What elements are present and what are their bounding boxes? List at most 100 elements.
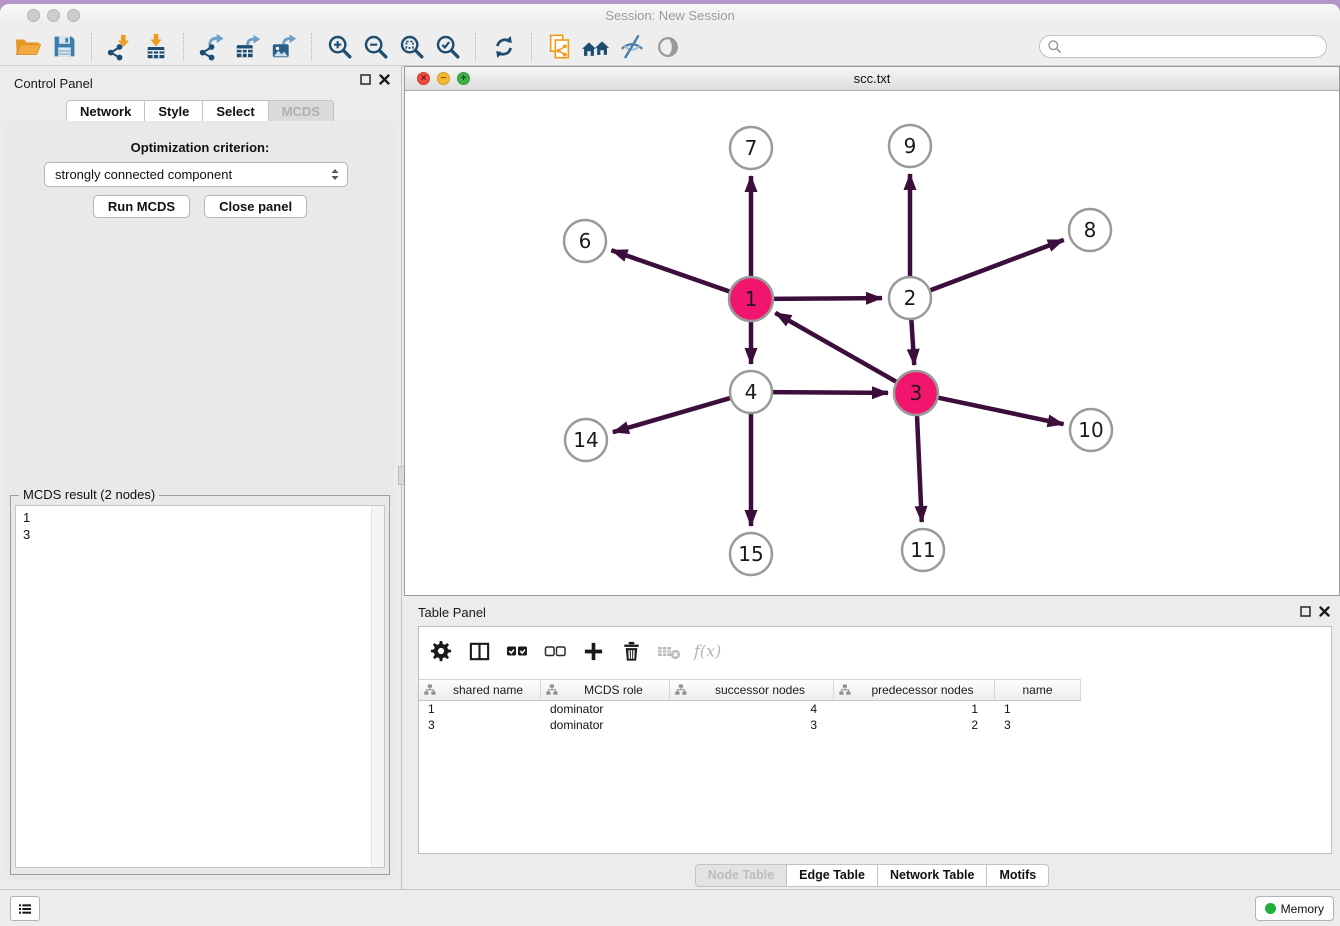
graph-edge-4-3[interactable] [770, 392, 888, 393]
zoom-selected-button[interactable] [430, 31, 466, 63]
zoom-fit-button[interactable] [394, 31, 430, 63]
svg-text:7: 7 [745, 136, 758, 160]
save-session-button[interactable] [46, 31, 82, 63]
graph-edge-2-8[interactable] [928, 240, 1064, 291]
graph-node-3[interactable]: 3 [894, 371, 938, 415]
table-cell[interactable]: 1 [419, 701, 541, 717]
table-cell[interactable]: dominator [541, 717, 670, 733]
gear-icon [429, 639, 453, 663]
delete-table-button[interactable] [653, 636, 685, 666]
table-cell[interactable]: 1 [995, 701, 1081, 717]
task-history-button[interactable] [10, 896, 40, 921]
column-layout-button[interactable] [463, 636, 495, 666]
import-table-button[interactable] [138, 31, 174, 63]
column-label: successor nodes [687, 683, 833, 697]
float-panel-icon[interactable] [360, 74, 371, 85]
table-panel-tabs: Node TableEdge TableNetwork TableMotifs [404, 864, 1340, 887]
import-network-button[interactable] [102, 31, 138, 63]
toolbar-separator [531, 33, 533, 61]
show-all-button[interactable] [650, 31, 686, 63]
table-cell[interactable]: 3 [670, 717, 834, 733]
export-table-button[interactable] [230, 31, 266, 63]
column-header-shared-name[interactable]: shared name [419, 680, 541, 700]
add-column-button[interactable] [577, 636, 609, 666]
column-header-successor-nodes[interactable]: successor nodes [670, 680, 834, 700]
graph-edge-3-1[interactable] [775, 313, 899, 384]
refresh-icon [491, 34, 517, 60]
refresh-view-button[interactable] [486, 31, 522, 63]
table-row[interactable]: 3dominator323 [419, 717, 1081, 733]
graph-node-10[interactable]: 10 [1070, 409, 1112, 451]
tab-network-table[interactable]: Network Table [878, 864, 988, 887]
import-table-icon [142, 33, 170, 61]
table-cell[interactable]: 2 [834, 717, 995, 733]
search-field[interactable] [1039, 35, 1327, 58]
graph-edge-1-2[interactable] [770, 298, 882, 299]
network-graph-canvas[interactable]: 7 9 6 8 1 2 4 3 14 10 15 11 [405, 91, 1339, 595]
graph-node-4[interactable]: 4 [730, 371, 772, 413]
function-builder-button[interactable]: f(x) [691, 636, 723, 666]
criterion-select[interactable]: strongly connected component [44, 162, 348, 187]
zoom-selected-icon [434, 33, 462, 61]
graph-node-1[interactable]: 1 [729, 277, 773, 321]
graph-node-6[interactable]: 6 [564, 220, 606, 262]
table-cell[interactable]: dominator [541, 701, 670, 717]
graph-edge-3-11[interactable] [917, 412, 922, 522]
table-cell[interactable]: 4 [670, 701, 834, 717]
hierarchy-icon [839, 684, 851, 696]
graph-edge-3-10[interactable] [935, 397, 1064, 424]
graph-node-9[interactable]: 9 [889, 125, 931, 167]
search-input[interactable] [1066, 39, 1326, 55]
table-row[interactable]: 1dominator411 [419, 701, 1081, 717]
graph-edge-1-6[interactable] [611, 250, 733, 292]
run-mcds-button[interactable]: Run MCDS [93, 195, 190, 218]
hide-selected-button[interactable] [614, 31, 650, 63]
result-line: 3 [23, 526, 30, 543]
graph-node-7[interactable]: 7 [730, 127, 772, 169]
float-panel-icon[interactable] [1300, 606, 1311, 617]
graph-node-2[interactable]: 2 [889, 277, 931, 319]
graph-node-11[interactable]: 11 [902, 529, 944, 571]
svg-text:2: 2 [904, 286, 917, 310]
zoom-out-button[interactable] [358, 31, 394, 63]
toolbar-separator [311, 33, 313, 61]
svg-text:8: 8 [1084, 218, 1097, 242]
export-network-button[interactable] [194, 31, 230, 63]
tab-motifs[interactable]: Motifs [987, 864, 1049, 887]
table-cell[interactable]: 3 [419, 717, 541, 733]
unchecked-boxes-icon [543, 639, 567, 663]
memory-button[interactable]: Memory [1255, 896, 1334, 921]
table-cell[interactable]: 1 [834, 701, 995, 717]
new-network-from-selection-button[interactable] [542, 31, 578, 63]
deselect-all-rows-button[interactable] [539, 636, 571, 666]
zoom-in-button[interactable] [322, 31, 358, 63]
graph-edge-2-3[interactable] [911, 317, 914, 365]
graph-node-15[interactable]: 15 [730, 533, 772, 575]
table-cell[interactable]: 3 [995, 717, 1081, 733]
graph-edge-4-14[interactable] [613, 397, 733, 432]
export-image-button[interactable] [266, 31, 302, 63]
close-panel-icon[interactable] [379, 74, 390, 85]
mcds-pane: Optimization criterion: strongly connect… [6, 121, 394, 880]
select-chevrons-icon [327, 166, 343, 183]
close-panel-button[interactable]: Close panel [204, 195, 307, 218]
graph-node-14[interactable]: 14 [565, 419, 607, 461]
graph-node-8[interactable]: 8 [1069, 209, 1111, 251]
select-all-rows-button[interactable] [501, 636, 533, 666]
table-options-button[interactable] [425, 636, 457, 666]
open-session-button[interactable] [10, 31, 46, 63]
column-header-predecessor-nodes[interactable]: predecessor nodes [834, 680, 995, 700]
first-neighbors-button[interactable] [578, 31, 614, 63]
zoom-in-icon [326, 33, 354, 61]
column-header-name[interactable]: name [995, 680, 1081, 700]
mcds-result-textarea[interactable]: 13 [15, 505, 385, 868]
tab-edge-table[interactable]: Edge Table [787, 864, 878, 887]
column-header-MCDS-role[interactable]: MCDS role [541, 680, 670, 700]
tab-node-table[interactable]: Node Table [695, 864, 787, 887]
result-scrollbar[interactable] [371, 506, 384, 867]
close-panel-icon[interactable] [1319, 606, 1330, 617]
delete-columns-button[interactable] [615, 636, 647, 666]
result-line: 1 [23, 509, 30, 526]
trash-icon [620, 640, 643, 663]
memory-label: Memory [1281, 902, 1324, 916]
